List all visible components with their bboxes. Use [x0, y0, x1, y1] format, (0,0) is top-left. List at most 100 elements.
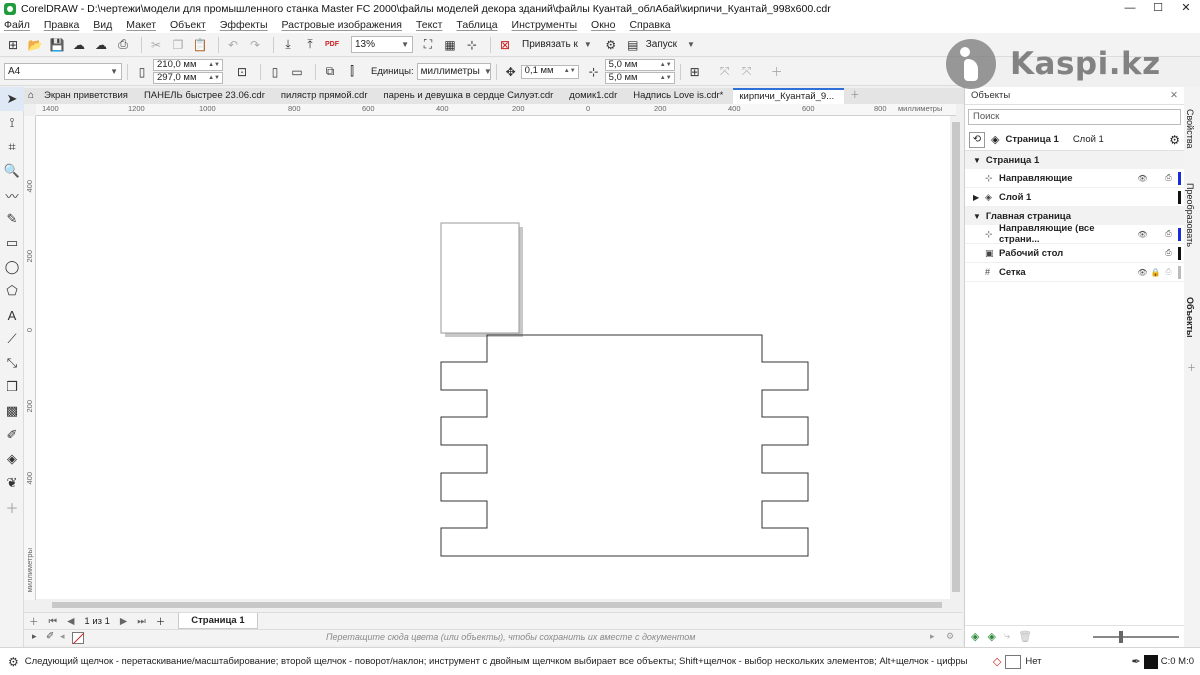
nudge-distance-field[interactable]: 0,1 мм ▲▼ — [520, 64, 579, 79]
horizontal-scrollbar[interactable] — [36, 599, 962, 611]
current-page-dropdown[interactable]: Страница 1 — [1005, 134, 1058, 145]
tree-item-layer1[interactable]: ▶ ◈ Слой 1 — [965, 188, 1184, 207]
close-button[interactable]: ✕ — [1172, 0, 1200, 17]
scroll-left-icon[interactable]: ◂ — [60, 631, 65, 642]
launch-dropdown[interactable]: Запуск — [646, 39, 677, 50]
page-width-field[interactable]: 210,0 мм ▲▼ — [153, 59, 223, 71]
horizontal-scroll-thumb[interactable] — [52, 602, 942, 608]
page-height-field[interactable]: 297,0 мм ▲▼ — [153, 72, 223, 84]
units-combo[interactable]: миллиметры ▼ — [416, 63, 492, 80]
polygon-tool-icon[interactable]: ⬠ — [0, 279, 24, 303]
fill-none-icon[interactable]: ◇ — [993, 655, 1001, 668]
menu-file[interactable]: Файл — [4, 19, 30, 31]
duplicate-x-field[interactable]: 5,0 мм ▲▼ — [604, 59, 675, 71]
eyedropper-tool-icon[interactable]: ✐ — [0, 423, 24, 447]
vertical-scroll-thumb[interactable] — [952, 122, 960, 592]
new-layer-icon[interactable]: ◈ — [971, 630, 979, 643]
docker-options-icon[interactable]: ⟲ — [969, 131, 985, 148]
menu-bitmaps[interactable]: Растровые изображения — [282, 19, 402, 31]
visibility-eye-icon[interactable]: 👁 — [1136, 174, 1149, 183]
menu-text[interactable]: Текст — [416, 19, 442, 31]
move-to-layer-icon[interactable]: ⤷ — [1004, 630, 1010, 643]
fill-tool-icon[interactable]: ◈ — [0, 447, 24, 471]
home-icon[interactable]: ⌂ — [24, 88, 38, 104]
cut-icon[interactable]: ✂ — [147, 36, 165, 54]
print-icon[interactable]: ⎙ — [1162, 267, 1175, 277]
add-page-end-icon[interactable]: ＋ — [156, 614, 166, 628]
thumbnail-size-slider[interactable] — [1093, 631, 1179, 643]
snap-off-icon[interactable]: ⊠ — [496, 36, 514, 54]
current-page-icon[interactable]: ⫿ — [343, 63, 361, 81]
export-icon[interactable]: ⤒ — [301, 36, 319, 54]
docker-gear-icon[interactable]: ⚙ — [1169, 133, 1180, 147]
undo-icon[interactable]: ↶ — [224, 36, 242, 54]
launch-icon[interactable]: ▤ — [624, 36, 642, 54]
tab-love-is[interactable]: Надпись Love is.cdr* — [627, 88, 733, 104]
dimension-tool-icon[interactable]: ⟋ — [0, 327, 24, 351]
eyedropper-icon[interactable]: ✐ — [46, 631, 54, 642]
expand-icon[interactable]: ▶ — [973, 193, 985, 202]
no-color-swatch[interactable] — [72, 632, 84, 644]
visibility-eye-icon[interactable]: 👁 — [1136, 268, 1149, 277]
outline-pen-icon[interactable]: ✒ — [1132, 655, 1141, 668]
menu-tools[interactable]: Инструменты — [512, 19, 577, 31]
crop-tool-icon[interactable]: ⌗ — [0, 135, 24, 159]
menu-edit[interactable]: Правка — [44, 19, 79, 31]
visibility-eye-icon[interactable]: 👁 — [1136, 230, 1149, 239]
artistic-media-icon[interactable]: ✎ — [0, 207, 24, 231]
shape-tool-icon[interactable]: ⟟ — [0, 111, 24, 135]
collapse-icon[interactable]: ▼ — [973, 212, 981, 221]
spin-icon[interactable]: ▲▼ — [564, 66, 578, 78]
object-search-input[interactable]: Поиск — [968, 109, 1181, 125]
page-border-icon[interactable]: ⊞ — [686, 63, 704, 81]
new-tab-icon[interactable]: ＋ — [844, 88, 870, 104]
pick-tool-icon[interactable]: ➤ — [0, 87, 24, 111]
print-icon[interactable]: ⎙ — [1162, 173, 1175, 183]
print-icon[interactable]: ⎙ — [114, 36, 132, 54]
text-tool-icon[interactable]: A — [0, 303, 24, 327]
delete-icon[interactable]: 🗑 — [1018, 630, 1032, 643]
tab-house[interactable]: домик1.cdr — [563, 88, 627, 104]
page-tab-1[interactable]: Страница 1 — [178, 613, 258, 629]
save-icon[interactable]: 💾 — [48, 36, 66, 54]
lock-ratio-icon[interactable]: ⊡ — [233, 63, 251, 81]
rectangle-tool-icon[interactable]: ▭ — [0, 231, 24, 255]
menu-window[interactable]: Окно — [591, 19, 615, 31]
menu-view[interactable]: Вид — [93, 19, 112, 31]
view-grid-icon[interactable]: ▦ — [441, 36, 459, 54]
new-document-icon[interactable]: ⊞ — [4, 36, 22, 54]
palette-menu-icon[interactable]: ▸ — [32, 631, 37, 642]
prev-page-icon[interactable]: ◀ — [67, 616, 74, 627]
freehand-tool-icon[interactable]: 〰 — [0, 183, 24, 207]
collapse-icon[interactable]: ▼ — [973, 156, 981, 165]
spin-icon[interactable]: ▲▼ — [208, 73, 222, 83]
connector-tool-icon[interactable]: ⤡ — [0, 351, 24, 375]
transparency-tool-icon[interactable]: ▩ — [0, 399, 24, 423]
portrait-icon[interactable]: ▯ — [266, 63, 284, 81]
tree-item-master-guides[interactable]: ⊹ Направляющие (все страни... 👁 ⎙ — [965, 223, 1184, 245]
tree-item-desktop[interactable]: ▣ Рабочий стол ⎙ — [965, 244, 1184, 263]
cloud-download-icon[interactable]: ☁ — [70, 36, 88, 54]
drop-shadow-tool-icon[interactable]: ❒ — [0, 375, 24, 399]
last-page-icon[interactable]: ⏭ — [137, 616, 146, 627]
outline-color-swatch[interactable] — [1143, 654, 1158, 669]
tab-silhouette[interactable]: парень и девушка в сердце Силуэт.cdr — [377, 88, 563, 104]
a4-page[interactable] — [440, 222, 520, 334]
menu-table[interactable]: Таблица — [456, 19, 497, 31]
vertical-ruler[interactable]: 400 200 0 200 400 миллиметры — [24, 116, 36, 600]
side-tab-properties[interactable]: Свойства — [1185, 109, 1195, 149]
vertical-scrollbar[interactable] — [950, 116, 962, 600]
tab-pilaster[interactable]: пилястр прямой.cdr — [275, 88, 378, 104]
menu-object[interactable]: Объект — [170, 19, 206, 31]
side-tab-transform[interactable]: Преобразовать — [1185, 183, 1195, 247]
print-icon[interactable]: ⎙ — [1162, 229, 1175, 239]
first-page-icon[interactable]: ⏮ — [49, 616, 58, 627]
add-icon[interactable]: ＋ — [768, 63, 786, 81]
rulers-icon[interactable]: ⊹ — [463, 36, 481, 54]
import-icon[interactable]: ⤓ — [279, 36, 297, 54]
add-page-icon[interactable]: ＋ — [29, 614, 39, 628]
zoom-tool-icon[interactable]: 🔍 — [0, 159, 24, 183]
cloud-upload-icon[interactable]: ☁ — [92, 36, 110, 54]
minimize-button[interactable]: — — [1116, 0, 1144, 17]
all-pages-icon[interactable]: ⧉ — [321, 63, 339, 81]
